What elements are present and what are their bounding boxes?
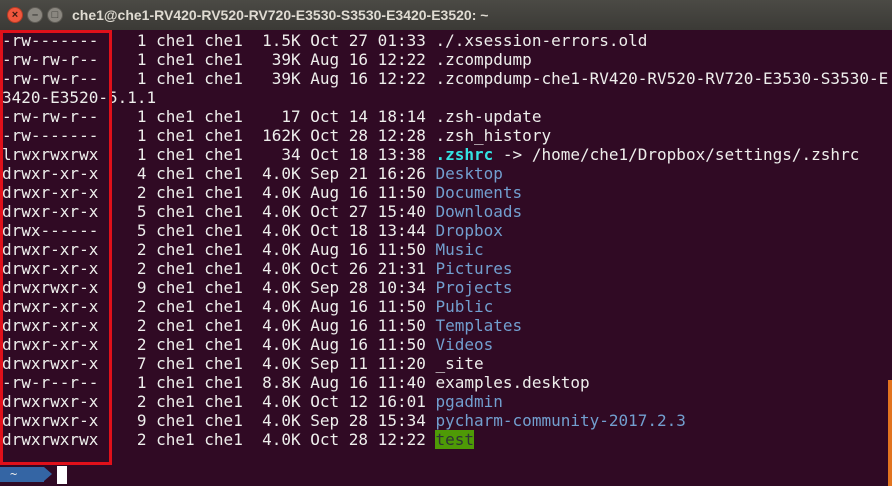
entry-name: .zcompdump <box>435 50 532 69</box>
close-button[interactable]: × <box>7 7 23 23</box>
minimize-button[interactable]: – <box>27 7 43 23</box>
entry-name: examples.desktop <box>435 373 590 392</box>
listing-row: lrwxrwxrwx 1 che1 che1 34 Oct 18 13:38 .… <box>2 145 859 164</box>
titlebar: × – □ che1@che1-RV420-RV520-RV720-E3530-… <box>0 0 892 30</box>
entry-name: _site <box>435 354 484 373</box>
prompt-path: ~ <box>10 467 18 481</box>
entry-name: Public <box>435 297 494 316</box>
maximize-button[interactable]: □ <box>47 7 63 23</box>
entry-name: pgadmin <box>435 392 503 411</box>
entry-name: Downloads <box>435 202 523 221</box>
entry-name: test <box>435 430 475 449</box>
entry-name: .zsh_history <box>435 126 552 145</box>
entry-name: Dropbox <box>435 221 503 240</box>
terminal-output[interactable]: -rw------- 1 che1 che1 1.5K Oct 27 01:33… <box>0 30 888 486</box>
entry-name: Desktop <box>435 164 503 183</box>
scrollbar-thumb[interactable] <box>888 380 892 486</box>
entry-name: Templates <box>435 316 523 335</box>
entry-name: Pictures <box>435 259 513 278</box>
close-icon: × <box>11 9 19 21</box>
entry-name: .zshrc <box>435 145 494 164</box>
terminal-window: × – □ che1@che1-RV420-RV520-RV720-E3530-… <box>0 0 892 486</box>
link-target: -> /home/che1/Dropbox/settings/.zshrc <box>493 145 860 164</box>
listing-row: -rw-rw-r-- 1 che1 che1 39K Aug 16 12:22 … <box>2 69 888 88</box>
permissions-highlight-box <box>0 30 112 465</box>
entry-name: Projects <box>435 278 513 297</box>
window-title: che1@che1-RV420-RV520-RV720-E3530-S3530-… <box>72 7 489 23</box>
entry-name: Videos <box>435 335 494 354</box>
maximize-icon: □ <box>51 9 59 21</box>
prompt-path-badge: ~ <box>0 467 44 482</box>
minimize-icon: – <box>31 9 39 21</box>
entry-name: pycharm-community-2017.2.3 <box>435 411 686 430</box>
entry-name: .zcompdump-che1-RV420-RV520-RV720-E3530-… <box>435 69 889 88</box>
entry-name: Documents <box>435 183 523 202</box>
entry-name: .zsh-update <box>435 107 542 126</box>
text-cursor[interactable] <box>57 466 67 484</box>
entry-name: ./.xsession-errors.old <box>435 31 648 50</box>
prompt-arrow-icon <box>44 467 52 481</box>
entry-name: Music <box>435 240 484 259</box>
